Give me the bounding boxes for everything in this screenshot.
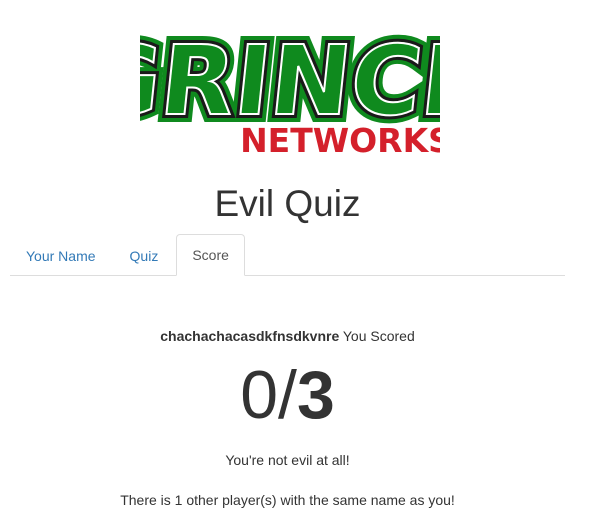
tab-bar: Your Name Quiz Score xyxy=(10,234,565,276)
logo-subtitle: NETWORKS xyxy=(240,121,440,160)
score-separator: / xyxy=(278,357,297,433)
score-correct: 0 xyxy=(240,357,279,433)
score-value: 0/3 xyxy=(0,356,575,434)
tab-quiz[interactable]: Quiz xyxy=(114,235,175,275)
tab-your-name[interactable]: Your Name xyxy=(10,235,112,275)
player-score-line: chachachacasdkfnsdkvnre You Scored xyxy=(0,326,575,346)
grinch-networks-logo: GRINCH GRINCH GRINCH NETWORKS xyxy=(140,6,440,162)
score-total: 3 xyxy=(296,357,335,433)
scored-label: You Scored xyxy=(342,328,415,344)
verdict-text: You're not evil at all! xyxy=(225,452,350,468)
player-name: chachachacasdkfnsdkvnre xyxy=(160,328,340,344)
score-panel: chachachacasdkfnsdkvnre You Scored 0/3 Y… xyxy=(0,326,575,510)
same-name-players-text: There is 1 other player(s) with the same… xyxy=(120,492,455,508)
page-title: Evil Quiz xyxy=(214,183,361,224)
tab-score[interactable]: Score xyxy=(176,234,245,276)
page: GRINCH GRINCH GRINCH NETWORKS Evil Quiz … xyxy=(0,0,589,527)
